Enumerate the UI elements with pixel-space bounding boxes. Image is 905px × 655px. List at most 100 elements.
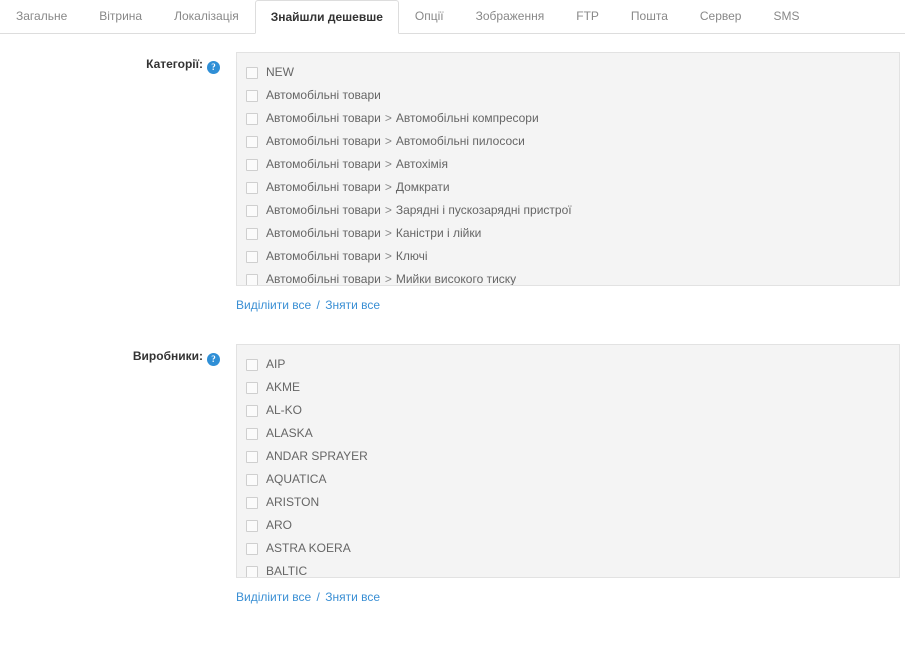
categories-item-label[interactable]: Автомобільні товари > Домкрати (266, 176, 450, 199)
categories-checkbox[interactable] (246, 135, 258, 148)
item-name: Автохімія (395, 157, 448, 171)
manufacturers-select-all-link[interactable]: Виділіити все (236, 590, 311, 604)
list-item[interactable]: ARISTON (245, 491, 889, 514)
categories-checkbox[interactable] (246, 227, 258, 240)
manufacturers-checkbox[interactable] (246, 427, 258, 440)
breadcrumb-separator: > (384, 134, 392, 148)
help-circle-icon[interactable]: ? (207, 353, 220, 366)
list-item[interactable]: AKME (245, 376, 889, 399)
manufacturers-unselect-all-link[interactable]: Зняти все (325, 590, 380, 604)
categories-item-label[interactable]: Автомобільні товари > Мийки високого тиску (266, 268, 517, 286)
list-item[interactable]: Автомобільні товари > Автохімія (245, 153, 889, 176)
categories-item-label[interactable]: Автомобільні товари > Автомобільні пилосос… (266, 130, 525, 153)
manufacturers-item-label[interactable]: BALTIC (266, 560, 307, 577)
manufacturers-checkbox[interactable] (246, 381, 258, 394)
manufacturers-checkbox[interactable] (246, 542, 258, 555)
categories-checkbox[interactable] (246, 273, 258, 285)
manufacturers-item-label[interactable]: ARISTON (266, 491, 319, 514)
manufacturers-checkbox[interactable] (246, 519, 258, 532)
list-item[interactable]: NEW (245, 61, 889, 84)
categories-scroll-box[interactable]: NEW Автомобільні товари Автомобільні товар… (236, 52, 900, 286)
item-name: ARO (266, 518, 293, 532)
tab-6[interactable]: FTP (560, 0, 615, 33)
item-name: AL-KO (266, 403, 303, 417)
manufacturers-item-label[interactable]: AQUATICA (266, 468, 326, 491)
manufacturers-checkbox[interactable] (246, 404, 258, 417)
tab-5[interactable]: Зображення (460, 0, 561, 33)
list-item[interactable]: ARO (245, 514, 889, 537)
manufacturers-item-label[interactable]: ALASKA (266, 422, 313, 445)
item-parent: Автомобільні товари (266, 180, 381, 194)
categories-checkbox[interactable] (246, 66, 258, 79)
categories-item-label[interactable]: Автомобільні товари (266, 84, 381, 107)
manufacturers-item-label[interactable]: ASTRA KOERA (266, 537, 351, 560)
categories-checkbox[interactable] (246, 250, 258, 263)
tab-8[interactable]: Сервер (684, 0, 758, 33)
categories-checkbox[interactable] (246, 204, 258, 217)
categories-item-label[interactable]: Автомобільні товари > Автомобільні компрес… (266, 107, 539, 130)
categories-label-text: Категорії: (146, 57, 203, 71)
item-parent: Автомобільні товари (266, 134, 381, 148)
categories-checkbox[interactable] (246, 158, 258, 171)
link-divider: / (316, 298, 320, 312)
categories-item-label[interactable]: Автомобільні товари > Ключі (266, 245, 428, 268)
list-item[interactable]: Автомобільні товари > Автомобільні компрес… (245, 107, 889, 130)
item-name: ALASKA (266, 426, 313, 440)
list-item[interactable]: AQUATICA (245, 468, 889, 491)
list-item[interactable]: ASTRA KOERA (245, 537, 889, 560)
manufacturers-item-label[interactable]: ARO (266, 514, 292, 537)
breadcrumb-separator: > (384, 226, 392, 240)
help-circle-icon[interactable]: ? (207, 61, 220, 74)
categories-item-label[interactable]: Автомобільні товари > Автохімія (266, 153, 448, 176)
list-item[interactable]: Автомобільні товари > Домкрати (245, 176, 889, 199)
categories-select-all-link[interactable]: Виділіити все (236, 298, 311, 312)
tab-9[interactable]: SMS (757, 0, 815, 33)
categories-item-label[interactable]: NEW (266, 61, 294, 84)
categories-field: NEW Автомобільні товари Автомобільні товар… (236, 52, 905, 312)
tab-7[interactable]: Пошта (615, 0, 684, 33)
tab-1[interactable]: Вітрина (83, 0, 158, 33)
item-parent: Автомобільні товари (266, 111, 381, 125)
list-item[interactable]: AIP (245, 353, 889, 376)
manufacturers-item-label[interactable]: AKME (266, 376, 300, 399)
manufacturers-checkbox[interactable] (246, 473, 258, 486)
form-group-manufacturers: Виробники:? AIP AKME AL-KO ALASKA ANDAR SPRAY… (0, 344, 905, 604)
list-item[interactable]: AL-KO (245, 399, 889, 422)
manufacturers-checkbox[interactable] (246, 358, 258, 371)
manufacturers-scroll-box[interactable]: AIP AKME AL-KO ALASKA ANDAR SPRAYER AQUATICA A… (236, 344, 900, 578)
manufacturers-item-label[interactable]: AIP (266, 353, 285, 376)
categories-item-label[interactable]: Автомобільні товари > Каністри і лійки (266, 222, 481, 245)
item-name: NEW (266, 65, 294, 79)
manufacturers-checkbox[interactable] (246, 450, 258, 463)
item-name: AIP (266, 357, 286, 371)
item-name: AKME (266, 380, 301, 394)
tab-0[interactable]: Загальне (0, 0, 83, 33)
tab-4[interactable]: Опції (399, 0, 460, 33)
list-item[interactable]: Автомобільні товари > Каністри і лійки (245, 222, 889, 245)
manufacturers-item-label[interactable]: AL-KO (266, 399, 302, 422)
item-name: Автомобільні товари (266, 88, 381, 102)
categories-select-links: Виділіити все / Зняти все (236, 286, 900, 312)
categories-unselect-all-link[interactable]: Зняти все (325, 298, 380, 312)
tab-3[interactable]: Знайшли дешевше (254, 0, 399, 34)
list-item[interactable]: BALTIC (245, 560, 889, 577)
tab-2[interactable]: Локалізація (158, 0, 255, 33)
categories-item-label[interactable]: Автомобільні товари > Зарядні і пускозаряд… (266, 199, 572, 222)
manufacturers-checkbox[interactable] (246, 565, 258, 577)
item-name: Мийки високого тиску (395, 272, 517, 286)
list-item[interactable]: ALASKA (245, 422, 889, 445)
list-item[interactable]: ANDAR SPRAYER (245, 445, 889, 468)
item-name: ARISTON (266, 495, 320, 509)
breadcrumb-separator: > (384, 203, 392, 217)
list-item[interactable]: Автомобільні товари > Мийки високого тиску (245, 268, 889, 286)
manufacturers-item-label[interactable]: ANDAR SPRAYER (266, 445, 368, 468)
categories-checkbox[interactable] (246, 181, 258, 194)
list-item[interactable]: Автомобільні товари > Зарядні і пускозаряд… (245, 199, 889, 222)
list-item[interactable]: Автомобільні товари (245, 84, 889, 107)
list-item[interactable]: Автомобільні товари > Ключі (245, 245, 889, 268)
manufacturers-field: AIP AKME AL-KO ALASKA ANDAR SPRAYER AQUATICA A… (236, 344, 905, 604)
list-item[interactable]: Автомобільні товари > Автомобільні пилосос… (245, 130, 889, 153)
categories-checkbox[interactable] (246, 89, 258, 102)
categories-checkbox[interactable] (246, 112, 258, 125)
manufacturers-checkbox[interactable] (246, 496, 258, 509)
